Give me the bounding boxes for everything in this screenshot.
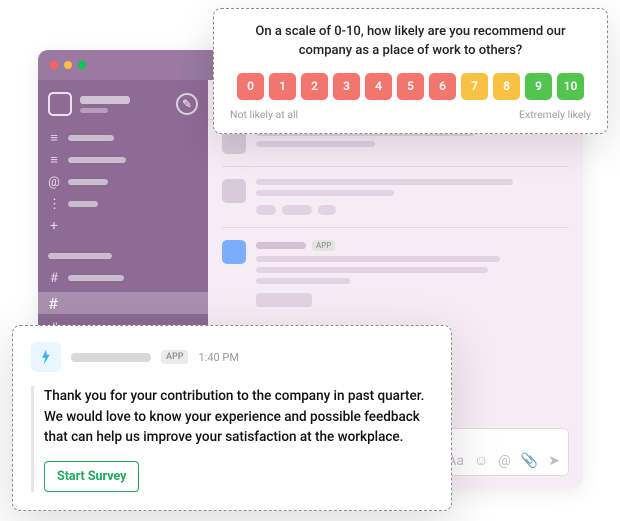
nps-question: On a scale of 0-10, how likely are you r…: [230, 23, 591, 61]
sidebar-item[interactable]: ≡: [48, 130, 198, 146]
mentions-icon: @: [48, 175, 60, 190]
nps-card: On a scale of 0-10, how likely are you r…: [213, 8, 608, 134]
workspace-header[interactable]: ✎: [48, 92, 198, 116]
nps-option-4[interactable]: 4: [365, 73, 392, 100]
app-avatar: [222, 240, 246, 264]
bot-avatar: [31, 342, 61, 372]
nps-option-3[interactable]: 3: [333, 73, 360, 100]
message-app: APP: [222, 240, 569, 307]
workspace-icon: [48, 92, 72, 116]
bolt-icon: [37, 348, 55, 366]
app-badge: APP: [161, 350, 188, 364]
window-minimize-icon[interactable]: [64, 61, 72, 69]
sender-name: [256, 242, 306, 249]
sidebar-item[interactable]: @: [48, 174, 198, 190]
workspace-name: [80, 96, 130, 104]
sidebar-channel[interactable]: #: [48, 270, 198, 286]
message-time: 1:40 PM: [198, 351, 238, 364]
hash-icon: #: [48, 271, 60, 286]
sidebar-add[interactable]: +: [48, 218, 198, 234]
list-icon: ≡: [48, 130, 60, 146]
send-icon[interactable]: ➤: [548, 453, 560, 469]
start-survey-button[interactable]: Start Survey: [44, 461, 139, 492]
nps-option-5[interactable]: 5: [397, 73, 424, 100]
workspace-subtitle: [80, 108, 108, 113]
window-close-icon[interactable]: [50, 61, 58, 69]
list-icon: ≡: [48, 152, 60, 168]
nps-option-2[interactable]: 2: [301, 73, 328, 100]
bot-name: [71, 353, 151, 362]
nps-scale: 012345678910: [230, 73, 591, 100]
nps-option-6[interactable]: 6: [429, 73, 456, 100]
compose-button[interactable]: ✎: [176, 93, 198, 115]
nps-option-9[interactable]: 9: [525, 73, 552, 100]
sidebar-item[interactable]: ≡: [48, 152, 198, 168]
avatar: [222, 179, 246, 203]
sidebar-channel-active[interactable]: #: [38, 292, 208, 314]
hash-icon: #: [48, 294, 58, 313]
attach-icon[interactable]: 📎: [521, 453, 538, 469]
survey-body: Thank you for your contribution to the c…: [44, 386, 433, 447]
nps-option-1[interactable]: 1: [269, 73, 296, 100]
more-icon: ⋮: [48, 197, 60, 212]
app-badge: APP: [312, 240, 335, 251]
plus-icon: +: [48, 218, 60, 234]
divider: [222, 166, 569, 167]
nps-high-caption: Extremely likely: [519, 108, 591, 121]
nps-option-0[interactable]: 0: [237, 73, 264, 100]
nps-low-caption: Not likely at all: [230, 108, 298, 121]
nps-option-8[interactable]: 8: [493, 73, 520, 100]
message: [222, 179, 569, 215]
sidebar-item[interactable]: ⋮: [48, 196, 198, 212]
mention-icon[interactable]: @: [498, 453, 511, 469]
nps-option-10[interactable]: 10: [557, 73, 584, 100]
channels-header[interactable]: [48, 248, 198, 264]
window-maximize-icon[interactable]: [78, 61, 86, 69]
emoji-icon[interactable]: ☺: [474, 452, 488, 469]
compose-icon: ✎: [182, 97, 192, 111]
survey-card: APP 1:40 PM Thank you for your contribut…: [12, 325, 452, 511]
divider: [222, 227, 569, 228]
nps-option-7[interactable]: 7: [461, 73, 488, 100]
